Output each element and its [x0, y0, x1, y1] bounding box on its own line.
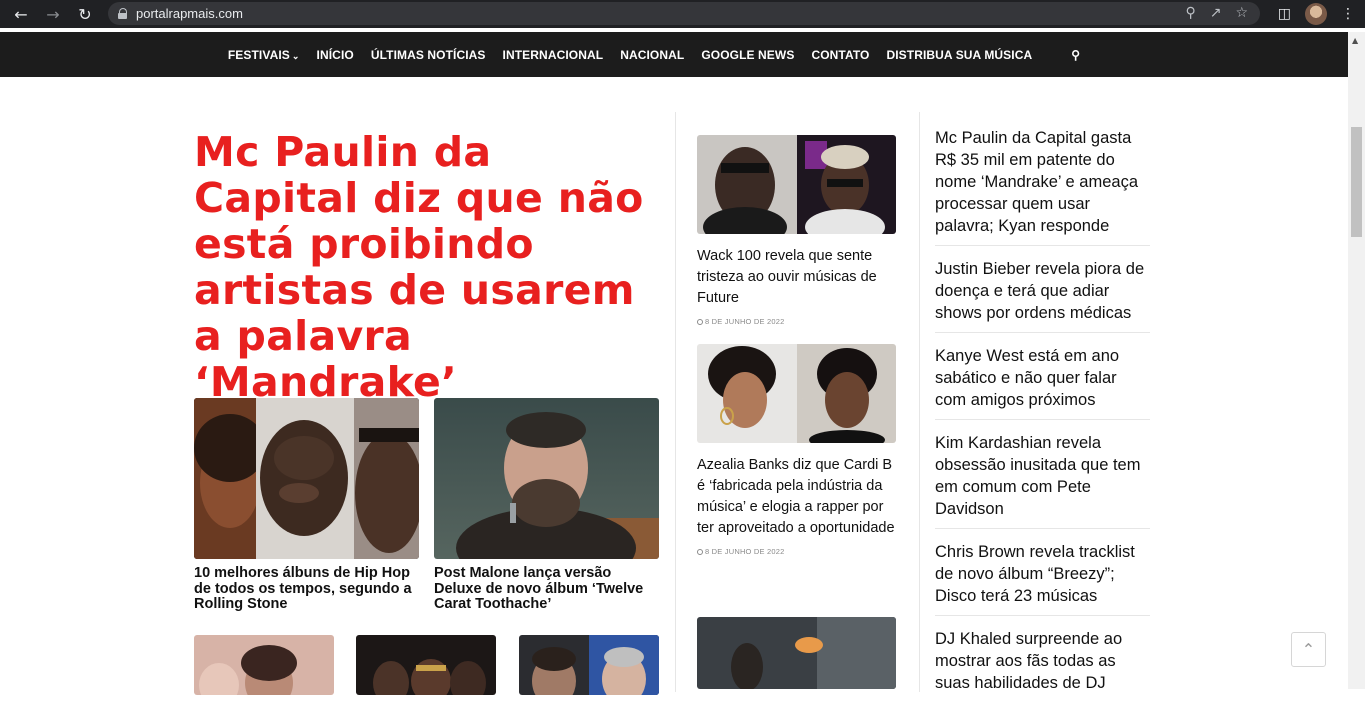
nav-item-distribua[interactable]: DISTRIBUA SUA MÚSICA — [878, 48, 1041, 62]
scroll-up-icon[interactable]: ▲ — [1352, 36, 1358, 45]
article-image[interactable] — [519, 635, 659, 695]
article-title[interactable]: Post Malone lança versão Deluxe de novo … — [434, 565, 659, 613]
featured-headline[interactable]: Mc Paulin da Capital diz que não está pr… — [194, 129, 664, 405]
column-divider — [675, 112, 676, 692]
scrollbar-thumb[interactable] — [1351, 127, 1362, 237]
nav-item-contato[interactable]: CONTATO — [803, 48, 878, 62]
reload-icon[interactable]: ↻ — [74, 3, 96, 25]
menu-kebab-icon[interactable]: ⋮ — [1341, 6, 1355, 22]
back-icon[interactable]: ← — [10, 3, 32, 25]
article-image[interactable] — [434, 398, 659, 559]
clock-icon — [697, 319, 703, 325]
search-icon[interactable]: ⚲ — [1063, 48, 1089, 62]
article-title[interactable]: Wack 100 revela que sente tristeza ao ou… — [697, 246, 896, 309]
article-title[interactable]: Azealia Banks diz que Cardi B é ‘fabrica… — [697, 455, 896, 539]
nav-item-nacional[interactable]: NACIONAL — [612, 48, 693, 62]
main-content: Mc Paulin da Capital diz que não está pr… — [0, 77, 1348, 695]
mid-card[interactable]: Wack 100 revela que sente tristeza ao ou… — [697, 135, 896, 326]
sidebar-headlines: Mc Paulin da Capital gasta R$ 35 mil em … — [935, 127, 1150, 714]
nav-item-internacional[interactable]: INTERNACIONAL — [494, 48, 612, 62]
bookmark-star-icon[interactable]: ☆ — [1235, 5, 1248, 21]
nav-item-google-news[interactable]: GOOGLE NEWS — [693, 48, 803, 62]
sidebar-headline[interactable]: Mc Paulin da Capital gasta R$ 35 mil em … — [935, 127, 1150, 246]
forward-icon[interactable]: → — [42, 3, 64, 25]
share-icon[interactable]: ↗ — [1210, 5, 1222, 21]
chevron-down-icon: ⌄ — [291, 50, 300, 61]
nav-item-ultimas-noticias[interactable]: ÚLTIMAS NOTÍCIAS — [362, 48, 494, 62]
zoom-icon[interactable]: ⚲ — [1185, 5, 1195, 21]
article-image[interactable] — [697, 344, 896, 443]
url-text: portalrapmais.com — [136, 6, 243, 21]
site-navigation: FESTIVAIS ⌄ INÍCIO ÚLTIMAS NOTÍCIAS INTER… — [0, 32, 1348, 77]
nav-item-festivais[interactable]: FESTIVAIS ⌄ — [219, 48, 308, 62]
grid-card[interactable]: 10 melhores álbuns de Hip Hop de todos o… — [194, 398, 419, 613]
side-panel-icon[interactable]: ◫ — [1278, 6, 1291, 22]
profile-avatar[interactable] — [1305, 3, 1327, 25]
mid-card[interactable]: Azealia Banks diz que Cardi B é ‘fabrica… — [697, 344, 896, 556]
sidebar-headline[interactable]: Chris Brown revela tracklist de novo álb… — [935, 541, 1150, 616]
article-image[interactable] — [697, 617, 896, 689]
sidebar-headline[interactable]: Kanye West está em ano sabático e não qu… — [935, 345, 1150, 420]
address-bar[interactable]: portalrapmais.com ⚲ ↗ ☆ — [108, 2, 1260, 25]
browser-toolbar: ← → ↻ portalrapmais.com ⚲ ↗ ☆ ◫ ⋮ — [0, 0, 1365, 28]
back-to-top-button[interactable]: ⌃ — [1291, 632, 1326, 667]
clock-icon — [697, 549, 703, 555]
sidebar-headline[interactable]: Kim Kardashian revela obsessão inusitada… — [935, 432, 1150, 529]
article-image[interactable] — [697, 135, 896, 234]
article-date: 8 DE JUNHO DE 2022 — [697, 547, 896, 556]
article-image[interactable] — [356, 635, 496, 695]
nav-item-inicio[interactable]: INÍCIO — [308, 48, 362, 62]
sidebar-headline[interactable]: Justin Bieber revela piora de doença e t… — [935, 258, 1150, 333]
sidebar-headline[interactable]: DJ Khaled surpreende ao mostrar aos fãs … — [935, 628, 1150, 702]
page-scrollbar[interactable]: ▲ — [1348, 32, 1365, 689]
article-title[interactable]: 10 melhores álbuns de Hip Hop de todos o… — [194, 565, 419, 613]
grid-card[interactable]: Post Malone lança versão Deluxe de novo … — [434, 398, 659, 613]
article-image[interactable] — [194, 635, 334, 695]
article-date: 8 DE JUNHO DE 2022 — [697, 317, 896, 326]
lock-icon — [118, 8, 128, 19]
article-image[interactable] — [194, 398, 419, 559]
column-divider — [919, 112, 920, 692]
chevron-up-icon: ⌃ — [1301, 640, 1316, 659]
